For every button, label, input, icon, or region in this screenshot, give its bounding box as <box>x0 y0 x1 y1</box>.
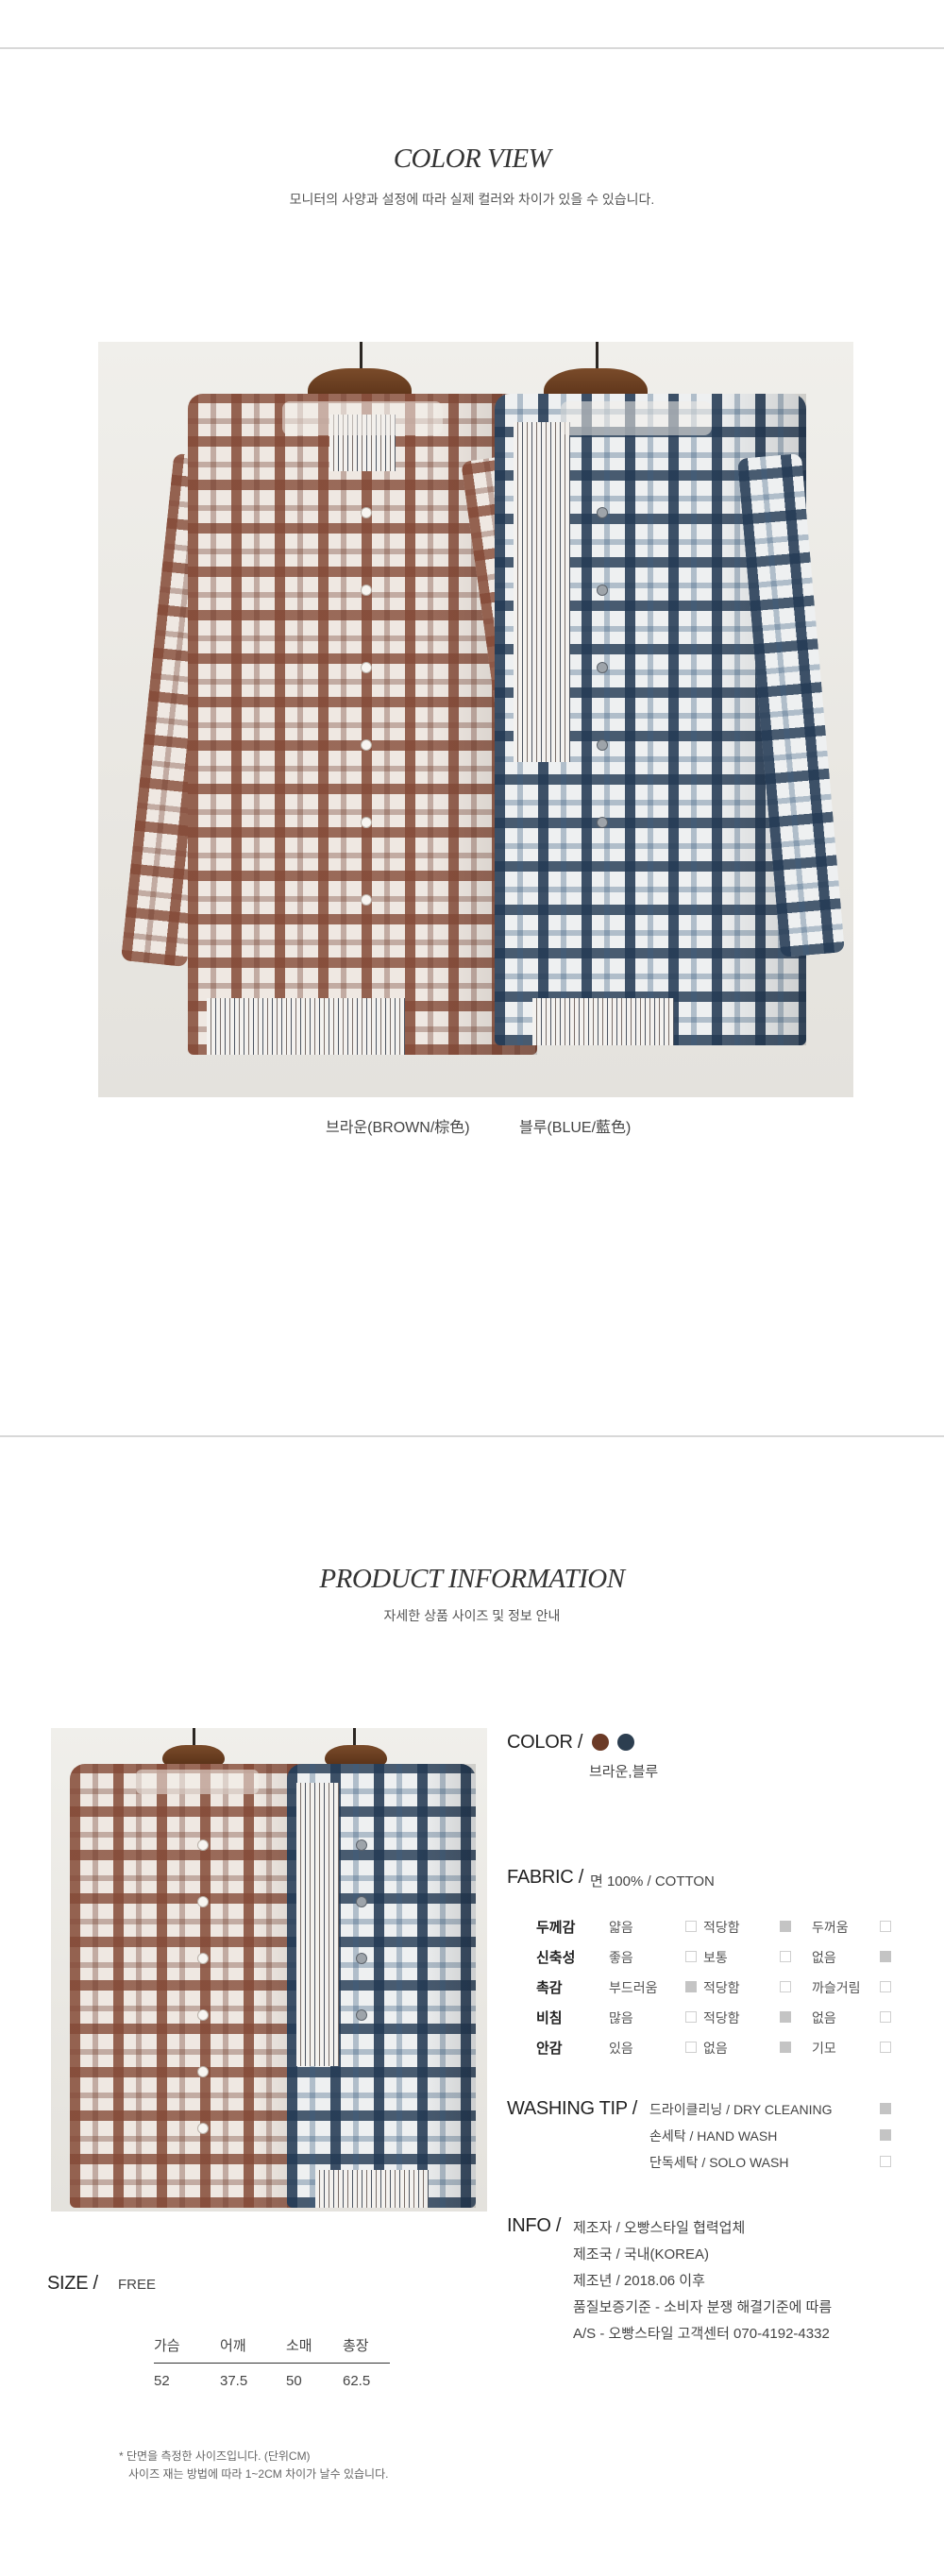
checkbox-unchecked <box>880 2042 891 2053</box>
caption-blue: 블루(BLUE/藍色) <box>519 1120 632 1136</box>
checkbox-checked <box>780 2011 791 2023</box>
info-line: 제조국 / 국내(KOREA) <box>573 2246 710 2262</box>
size-header: 소매 <box>286 2335 343 2364</box>
product-info-title: PRODUCT INFORMATION <box>319 1564 625 1594</box>
size-note: * 단면을 측정한 사이즈입니다. (단위CM) <box>119 2449 311 2463</box>
washing-label: WASHING TIP / <box>507 2098 637 2119</box>
fabric-option: 없음 <box>812 1950 836 1965</box>
checkbox-unchecked <box>880 1921 891 1932</box>
size-header: 총장 <box>343 2335 390 2364</box>
size-cell: 62.5 <box>343 2373 371 2389</box>
caption-brown: 브라운(BROWN/棕色) <box>326 1120 470 1136</box>
fabric-row-label: 비침 <box>536 2010 563 2026</box>
fabric-value: 면 100% / COTTON <box>590 1873 715 1890</box>
size-table: 가슴 어깨 소매 총장 52 37.5 50 62.5 <box>154 2335 390 2389</box>
checkbox-checked <box>880 2103 891 2114</box>
checkbox-unchecked <box>780 1981 791 1992</box>
size-header: 어깨 <box>220 2335 286 2364</box>
size-cell: 37.5 <box>220 2373 248 2389</box>
fabric-option: 얇음 <box>609 1920 633 1935</box>
size-cell: 52 <box>154 2373 170 2389</box>
fabric-option: 없음 <box>812 2010 836 2025</box>
size-cell: 50 <box>286 2373 302 2389</box>
info-label: INFO / <box>507 2215 562 2236</box>
section-divider <box>0 1435 944 1437</box>
color-view-title: COLOR VIEW <box>393 144 551 174</box>
washing-option: 단독세탁 / SOLO WASH <box>649 2155 789 2170</box>
washing-option: 드라이클리닝 / DRY CLEANING <box>649 2102 833 2117</box>
fabric-row-label: 촉감 <box>536 1980 563 1996</box>
info-line: 품질보증기준 - 소비자 분쟁 해결기준에 따름 <box>573 2299 833 2315</box>
checkbox-checked <box>880 2129 891 2141</box>
fabric-row-label: 두께감 <box>536 1920 576 1936</box>
color-label: COLOR / <box>507 1732 583 1753</box>
checkbox-unchecked <box>685 1921 697 1932</box>
fabric-option: 부드러움 <box>609 1980 658 1995</box>
fabric-option: 많음 <box>609 2010 633 2025</box>
fabric-option: 기모 <box>812 2041 836 2056</box>
info-line: 제조자 / 오빵스타일 협력업체 <box>573 2220 746 2236</box>
checkbox-unchecked <box>685 1951 697 1962</box>
washing-option: 손세탁 / HAND WASH <box>649 2128 778 2144</box>
checkbox-unchecked <box>880 1981 891 1992</box>
size-label: SIZE / <box>47 2273 98 2294</box>
color-view-subtitle: 모니터의 사양과 설정에 따라 실제 컬러와 차이가 있을 수 있습니다. <box>289 192 655 207</box>
size-header: 가슴 <box>154 2335 220 2364</box>
fabric-option: 보통 <box>703 1950 728 1965</box>
color-names: 브라운,블루 <box>589 1764 659 1780</box>
fabric-option: 까슬거림 <box>812 1980 861 1995</box>
top-divider <box>0 47 944 49</box>
fabric-option: 있음 <box>609 2041 633 2056</box>
checkbox-checked <box>780 2042 791 2053</box>
fabric-option: 좋음 <box>609 1950 633 1965</box>
blue-shirt-small <box>287 1764 476 2208</box>
swatch-brown <box>592 1734 609 1751</box>
size-note: 사이즈 재는 방법에 따라 1~2CM 차이가 날수 있습니다. <box>128 2467 389 2481</box>
fabric-label: FABRIC / <box>507 1867 583 1888</box>
product-photo <box>51 1728 487 2212</box>
swatch-blue <box>617 1734 634 1751</box>
product-info-subtitle: 자세한 상품 사이즈 및 정보 안내 <box>383 1608 561 1623</box>
checkbox-unchecked <box>880 2156 891 2167</box>
checkbox-checked <box>780 1921 791 1932</box>
checkbox-checked <box>880 1951 891 1962</box>
fabric-option: 적당함 <box>703 1980 740 1995</box>
color-view-photo <box>98 342 853 1097</box>
fabric-option: 두꺼움 <box>812 1920 849 1935</box>
checkbox-unchecked <box>685 2011 697 2023</box>
checkbox-unchecked <box>685 2042 697 2053</box>
checkbox-unchecked <box>880 2011 891 2023</box>
checkbox-checked <box>685 1981 697 1992</box>
fabric-row-label: 안감 <box>536 2041 563 2057</box>
info-line: A/S - 오빵스타일 고객센터 070-4192-4332 <box>573 2326 830 2342</box>
info-line: 제조년 / 2018.06 이후 <box>573 2273 705 2289</box>
size-value: FREE <box>118 2277 157 2293</box>
fabric-option: 없음 <box>703 2041 728 2056</box>
fabric-row-label: 신축성 <box>536 1950 576 1966</box>
fabric-option: 적당함 <box>703 2010 740 2025</box>
fabric-option: 적당함 <box>703 1920 740 1935</box>
checkbox-unchecked <box>780 1951 791 1962</box>
